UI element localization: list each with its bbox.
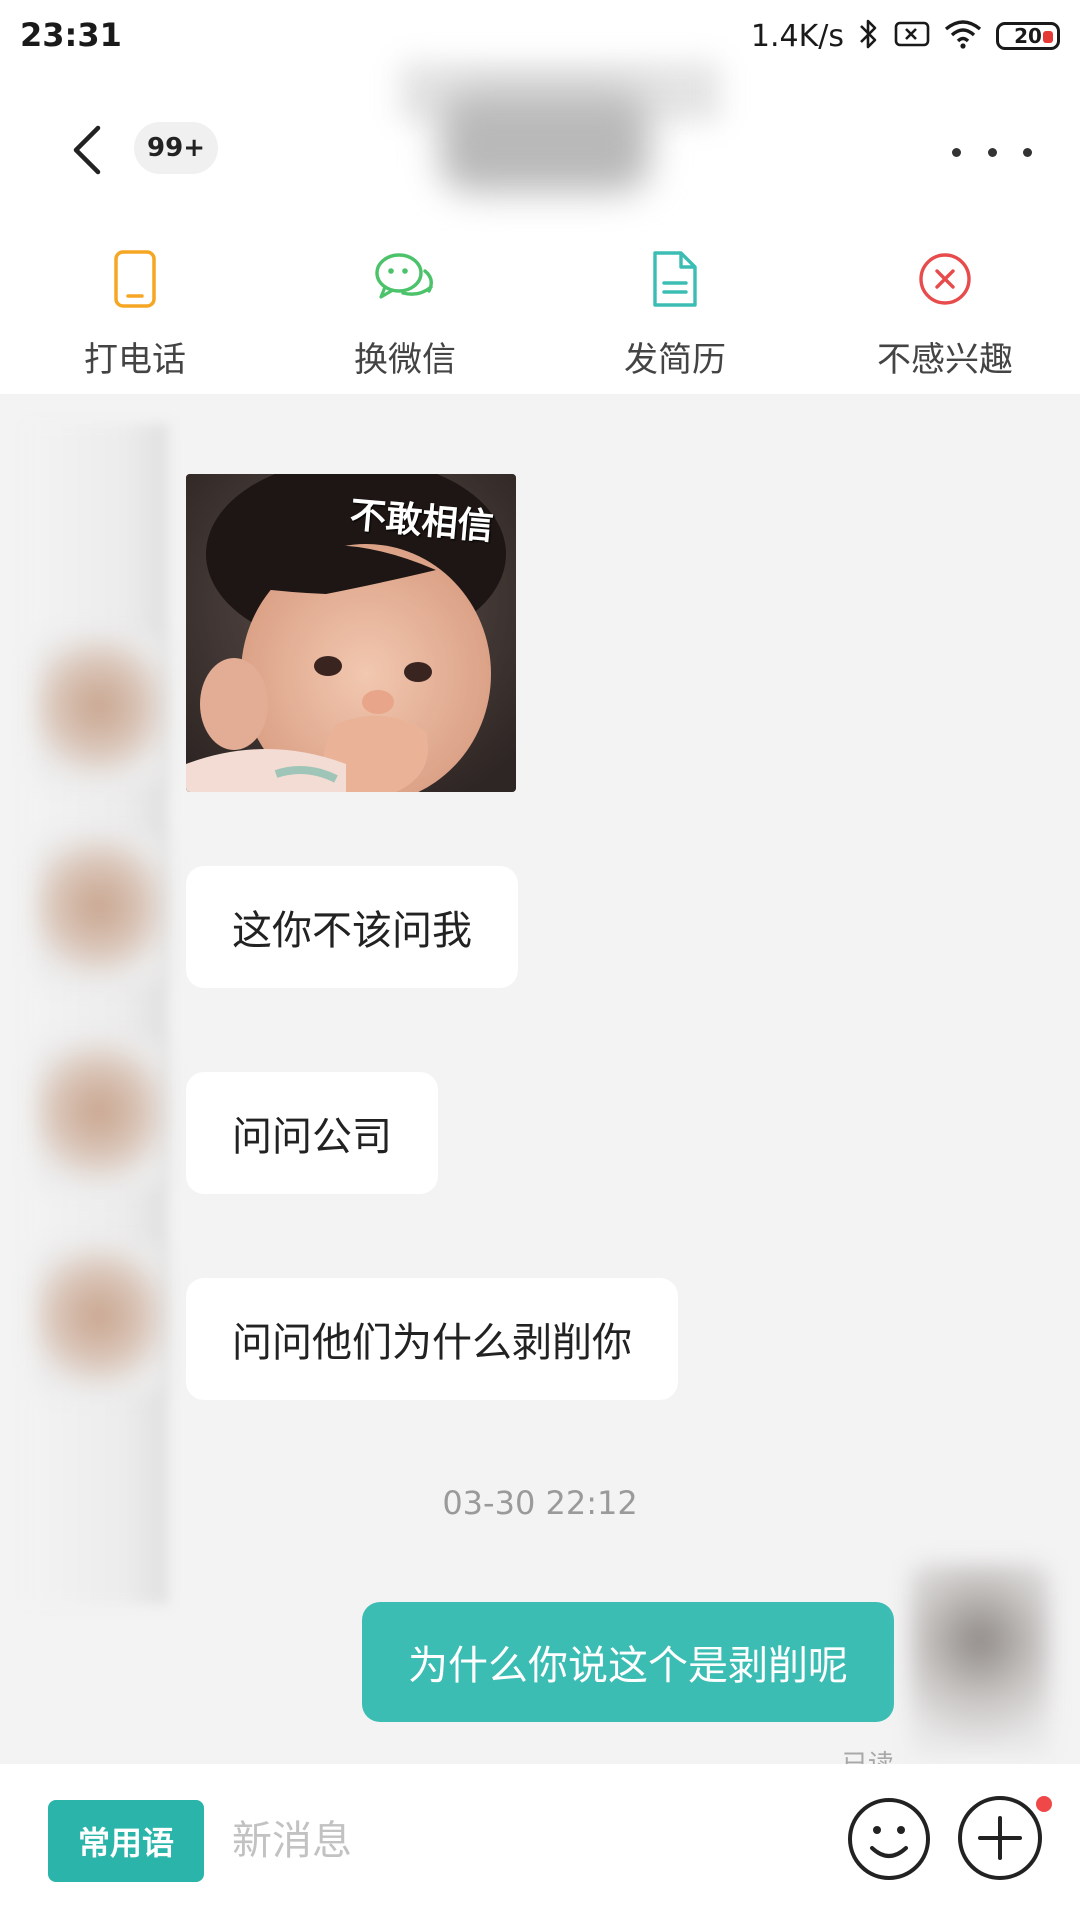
common-phrases-button[interactable]: 常用语: [48, 1800, 204, 1882]
close-circle-icon: [910, 244, 980, 314]
call-label: 打电话: [84, 340, 186, 380]
contact-name-blurred: [440, 92, 650, 192]
message-timestamp: 03-30 22:12: [442, 1484, 638, 1522]
sticker-image[interactable]: 不敢相信: [186, 474, 516, 792]
message-input-bar: 常用语: [0, 1764, 1080, 1920]
emoji-button[interactable]: [846, 1796, 932, 1882]
exchange-wechat-action[interactable]: 换微信: [270, 232, 540, 394]
received-message[interactable]: 问问他们为什么剥削你: [186, 1278, 678, 1400]
network-speed: 1.4K/s: [750, 18, 844, 54]
not-interested-action[interactable]: 不感兴趣: [810, 232, 1080, 394]
send-resume-label: 发简历: [624, 340, 726, 380]
my-avatar[interactable]: [910, 1564, 1050, 1754]
exchange-wechat-label: 换微信: [354, 340, 456, 380]
more-dot: [1023, 147, 1032, 157]
battery-level: 20: [1014, 24, 1042, 48]
plus-circle-icon: [958, 1796, 1042, 1880]
sent-message[interactable]: 为什么你说这个是剥削呢: [362, 1602, 894, 1722]
notification-dot: [1036, 1796, 1052, 1812]
battery-low-indicator: [1043, 31, 1053, 43]
back-button[interactable]: [56, 120, 116, 180]
sim-error-icon: [894, 20, 930, 52]
more-options-button[interactable]: [956, 1794, 1044, 1882]
not-interested-label: 不感兴趣: [877, 340, 1013, 380]
left-edge-blur: [28, 424, 168, 1604]
call-action[interactable]: 打电话: [0, 232, 270, 394]
wifi-icon: [944, 19, 982, 53]
chevron-left-icon: [73, 125, 101, 175]
more-dot: [987, 147, 997, 157]
smiley-icon: [848, 1798, 930, 1880]
status-time: 23:31: [20, 16, 122, 54]
chat-header: 99+: [0, 62, 1080, 232]
received-message[interactable]: 问问公司: [186, 1072, 438, 1194]
unread-count-badge[interactable]: 99+: [134, 122, 218, 174]
quick-actions: 打电话 换微信 发简历 不感兴趣: [0, 232, 1080, 394]
contact-avatar[interactable]: [34, 1244, 164, 1394]
read-receipt: 已读: [842, 1744, 894, 1764]
wechat-icon: [370, 244, 440, 314]
contact-avatar[interactable]: [34, 1039, 164, 1189]
phone-icon: [100, 244, 170, 314]
message-input[interactable]: [232, 1800, 792, 1882]
contact-avatar[interactable]: [34, 634, 164, 784]
bluetooth-icon: [858, 17, 880, 55]
resume-icon: [640, 244, 710, 314]
received-message[interactable]: 这你不该问我: [186, 866, 518, 988]
more-horizontal-icon: [952, 147, 961, 157]
contact-avatar[interactable]: [34, 834, 164, 984]
battery-icon: 20: [996, 22, 1060, 50]
status-icons: 1.4K/s 20: [751, 14, 1060, 58]
chat-messages[interactable]: 不敢相信 这你不该问我 问问公司 问问他们为什么剥削你 03-30 22:12 …: [0, 394, 1080, 1764]
send-resume-action[interactable]: 发简历: [540, 232, 810, 394]
more-button[interactable]: [952, 132, 1032, 172]
